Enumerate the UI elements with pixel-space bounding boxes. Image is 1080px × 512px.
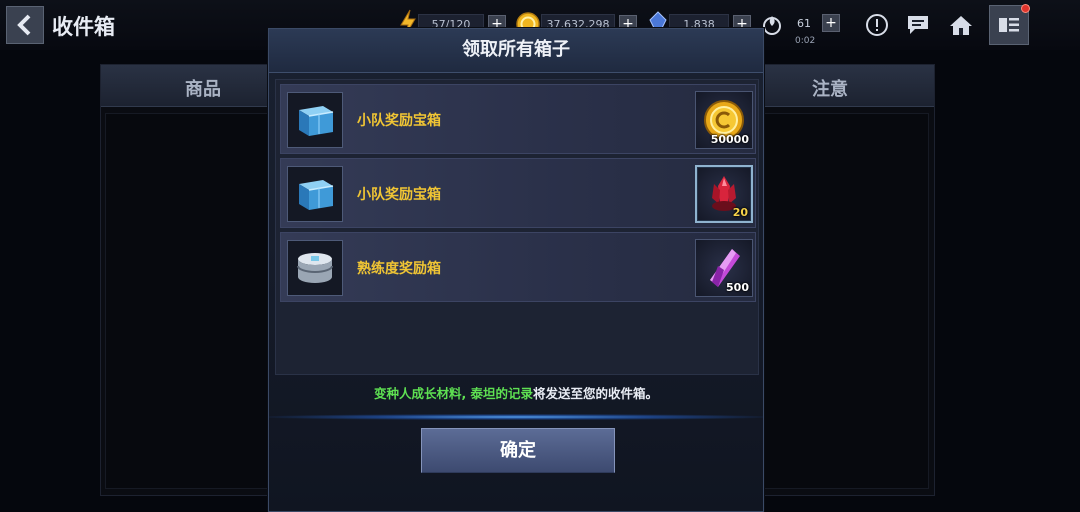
box-thumbnail <box>287 240 343 296</box>
blue-box-icon <box>299 180 334 210</box>
alert-button[interactable] <box>864 12 890 38</box>
notice-text: 变种人成长材料, 泰坦的记录将发送至您的收件箱。 <box>269 381 763 407</box>
column-header-notes: 注意 <box>812 79 848 100</box>
notice-rest: 将发送至您的收件箱。 <box>533 386 659 401</box>
timer-countdown: 0:02 <box>795 36 816 46</box>
list-item: 小队奖励宝箱 50000 <box>280 84 756 154</box>
back-button[interactable] <box>6 6 44 44</box>
notice-highlight: 变种人成长材料, 泰坦的记录 <box>373 386 534 401</box>
reward-slot[interactable]: 500 <box>695 239 753 297</box>
box-thumbnail <box>287 92 343 148</box>
silver-box-icon <box>297 253 333 283</box>
alert-icon <box>866 14 888 36</box>
item-name: 小队奖励宝箱 <box>357 187 441 203</box>
divider-glow <box>269 414 763 420</box>
home-button[interactable] <box>948 12 974 38</box>
notification-dot <box>1021 4 1030 13</box>
reward-quantity: 500 <box>726 281 749 294</box>
item-name: 熟练度奖励箱 <box>357 261 441 277</box>
reward-quantity: 50000 <box>710 133 749 146</box>
column-header-items: 商品 <box>185 79 221 100</box>
item-name: 小队奖励宝箱 <box>357 113 441 129</box>
reward-quantity: 20 <box>732 206 748 219</box>
page-title: 收件箱 <box>52 15 115 39</box>
timer-add-button[interactable]: + <box>822 14 840 32</box>
timer-value: 61 <box>797 17 811 30</box>
flame-timer-icon <box>763 16 781 35</box>
reward-slot[interactable]: 20 <box>695 165 753 223</box>
home-icon <box>950 16 972 35</box>
blue-box-icon <box>299 106 334 136</box>
chevron-left-icon <box>17 14 31 36</box>
menu-icon <box>999 18 1019 32</box>
reward-slot[interactable]: 50000 <box>695 91 753 149</box>
chat-button[interactable] <box>905 12 931 38</box>
list-item: 熟练度奖励箱 500 <box>280 232 756 302</box>
box-thumbnail <box>287 166 343 222</box>
dialog-title: 领取所有箱子 <box>269 29 763 73</box>
list-item: 小队奖励宝箱 20 <box>280 158 756 228</box>
confirm-button[interactable]: 确定 <box>421 428 615 473</box>
reward-list: 小队奖励宝箱 50000 小队奖励宝箱 20 熟练度奖励箱 500 <box>275 79 759 375</box>
chat-icon <box>908 16 928 34</box>
claim-all-dialog: 领取所有箱子 小队奖励宝箱 50000 小队奖励宝箱 20 熟练度奖励箱 500… <box>268 28 764 512</box>
